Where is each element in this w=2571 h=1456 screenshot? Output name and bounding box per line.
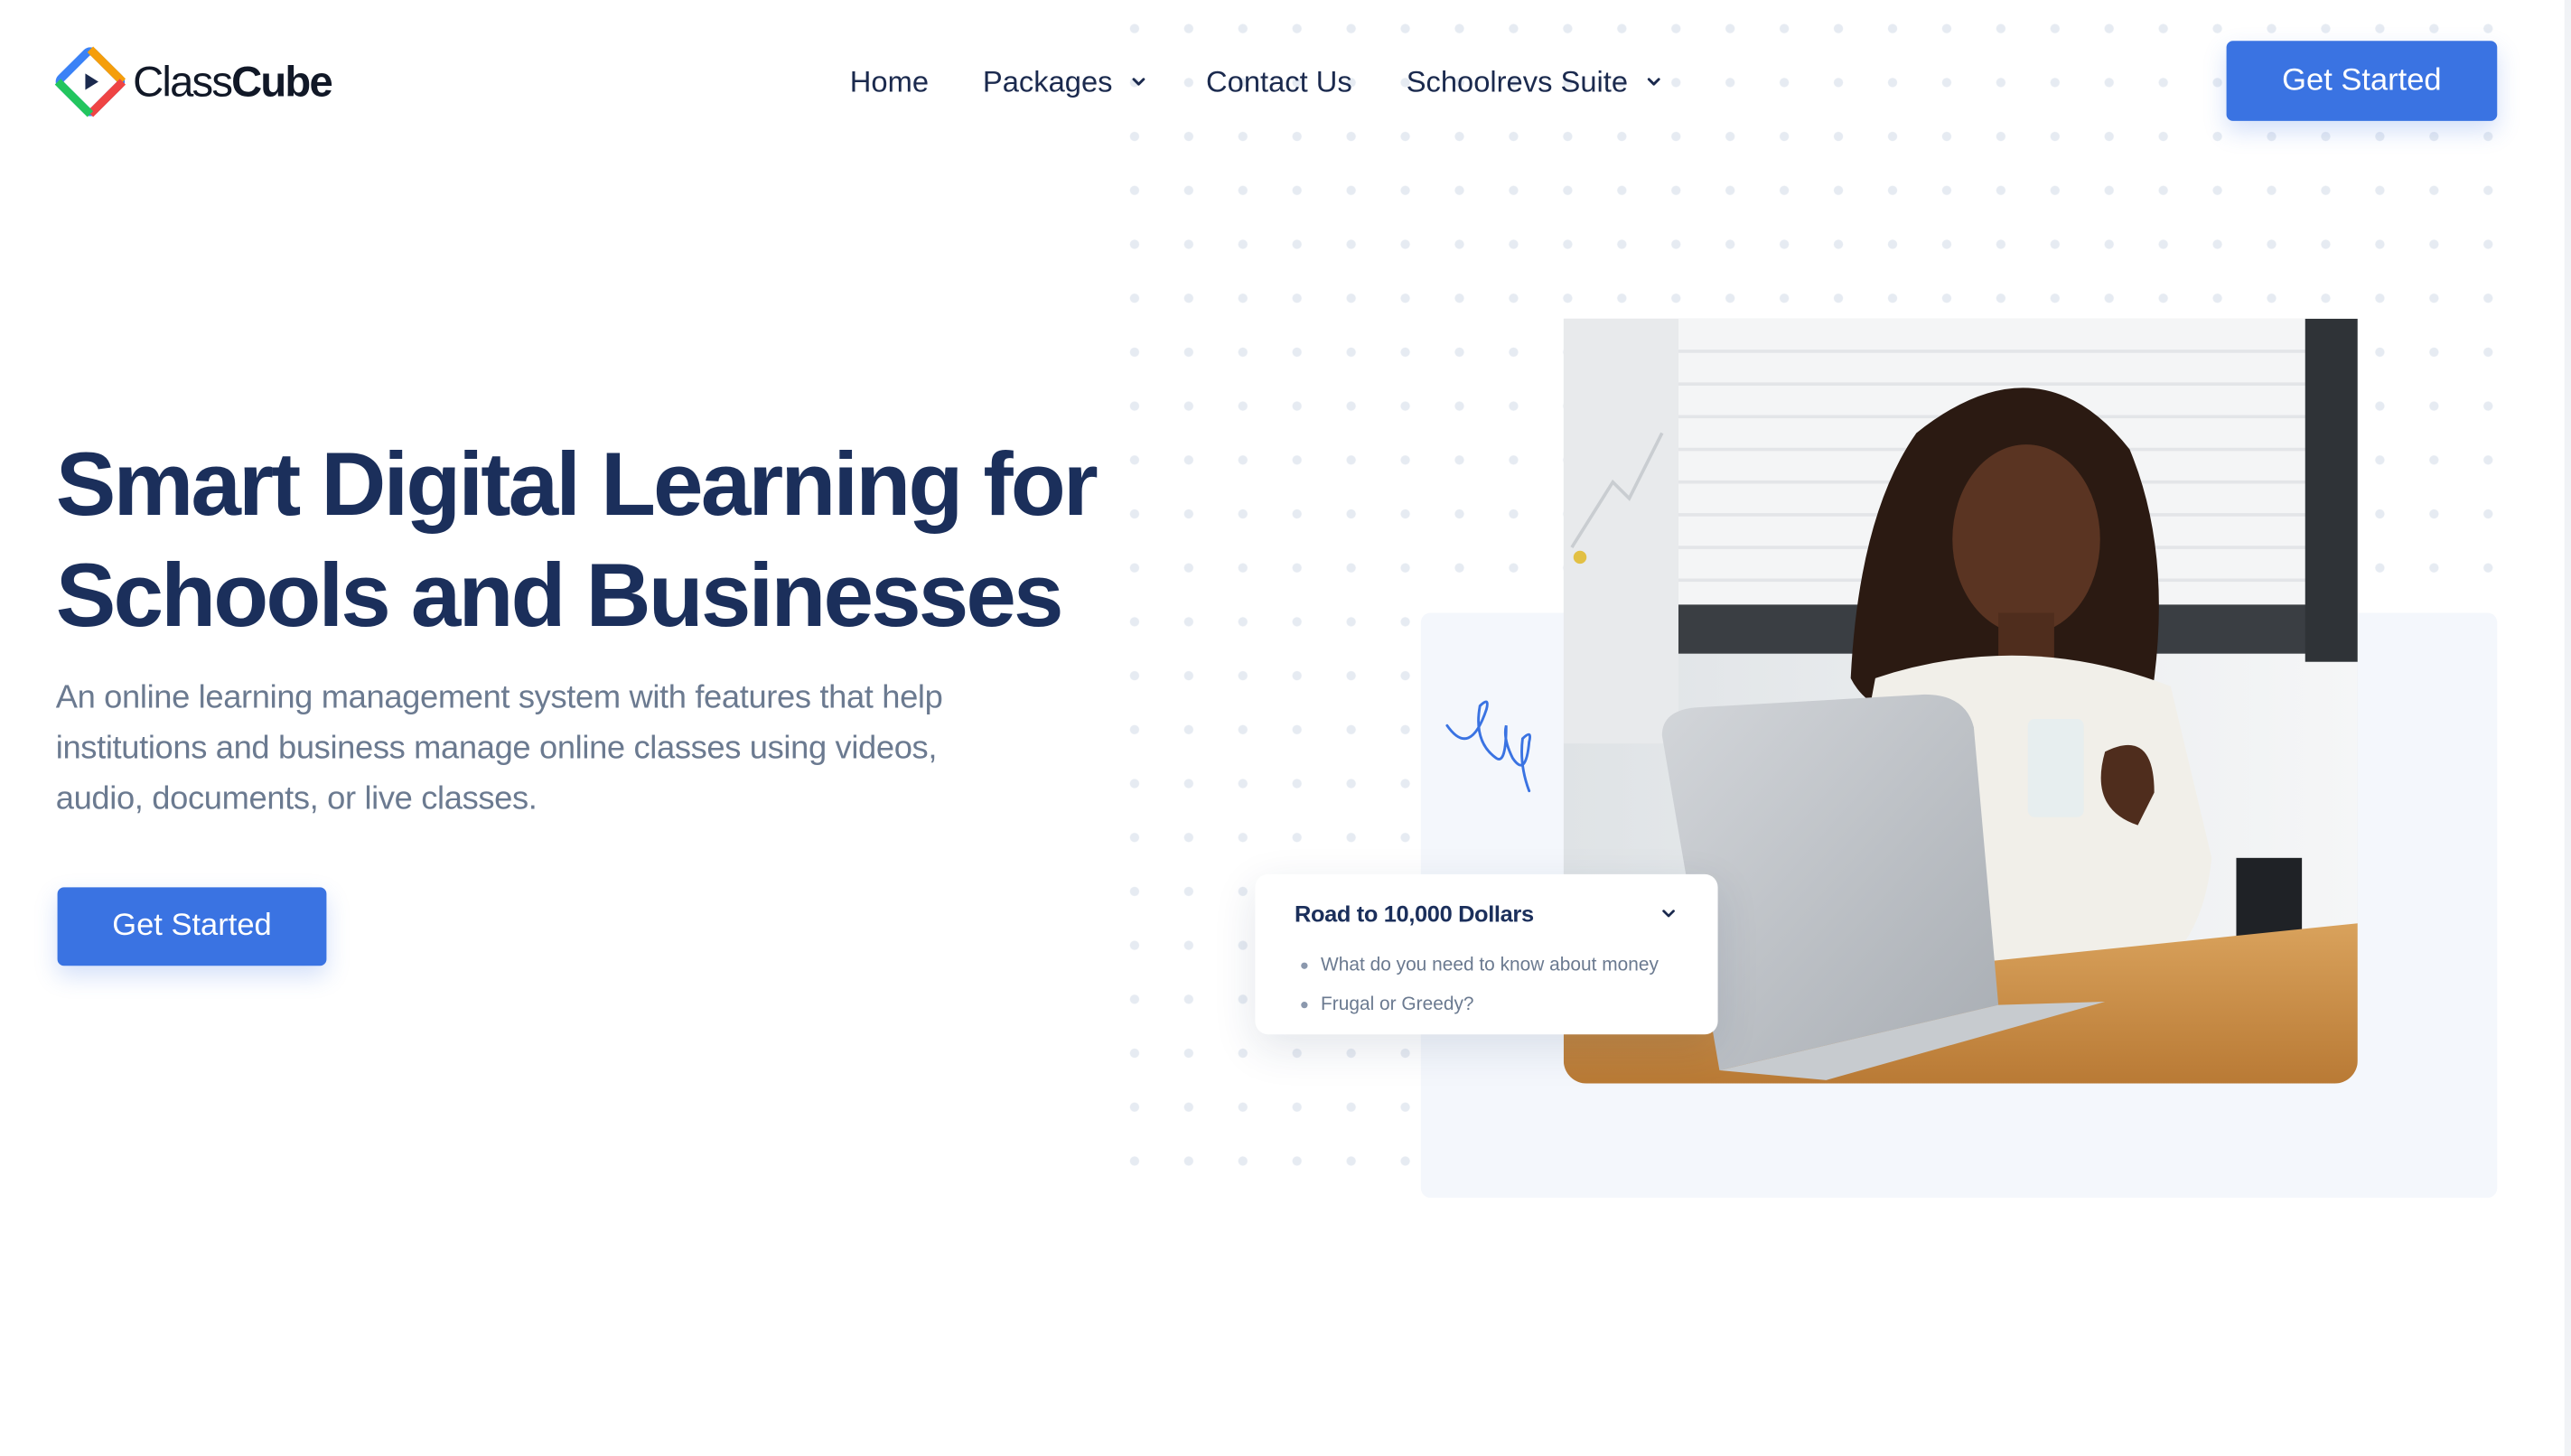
course-card-title: Road to 10,000 Dollars <box>1294 900 1534 927</box>
logo-wordmark: ClassCube <box>133 56 333 106</box>
list-item[interactable]: What do you need to know about money <box>1301 947 1659 985</box>
nav-item-packages[interactable]: Packages <box>983 64 1149 98</box>
main-nav: Home Packages Contact Us Schoolrevs Suit… <box>850 54 1664 110</box>
nav-item-label: Packages <box>982 64 1113 98</box>
nav-item-label: Home <box>849 64 929 98</box>
scrollbar[interactable] <box>2564 0 2571 1456</box>
hero-get-started-button[interactable]: Get Started <box>57 887 327 966</box>
header-get-started-button[interactable]: Get Started <box>2226 41 2498 121</box>
nav-item-label: Schoolrevs Suite <box>1406 64 1629 98</box>
hero-title: Smart Digital Learning for Schools and B… <box>56 428 1139 650</box>
logo[interactable]: ClassCube <box>54 46 333 118</box>
chevron-down-icon <box>1132 78 1145 86</box>
bullet-icon <box>1301 1002 1308 1009</box>
nav-item-contact-us[interactable]: Contact Us <box>1206 64 1352 98</box>
nav-item-label: Contact Us <box>1206 64 1352 98</box>
squiggle-decoration-icon <box>1445 700 1532 793</box>
course-lesson-list: What do you need to know about money Fru… <box>1301 947 1659 1025</box>
list-item[interactable]: Frugal or Greedy? <box>1301 985 1659 1024</box>
course-card[interactable]: Road to 10,000 Dollars What do you need … <box>1255 873 1718 1035</box>
nav-item-schoolrevs-suite[interactable]: Schoolrevs Suite <box>1407 64 1664 98</box>
hero-subtitle: An online learning management system wit… <box>55 679 943 817</box>
hero-title-line1: Smart Digital Learning for <box>55 433 1099 535</box>
bullet-icon <box>1301 962 1308 969</box>
nav-item-home[interactable]: Home <box>850 64 929 98</box>
chevron-down-icon[interactable] <box>1659 903 1678 923</box>
chevron-down-icon <box>1648 78 1661 86</box>
page: ClassCube Home Packages Contact Us Schoo… <box>0 0 2571 1456</box>
hero-title-line2: Schools and Businesses <box>55 544 1064 646</box>
classcube-logo-icon <box>54 46 126 117</box>
